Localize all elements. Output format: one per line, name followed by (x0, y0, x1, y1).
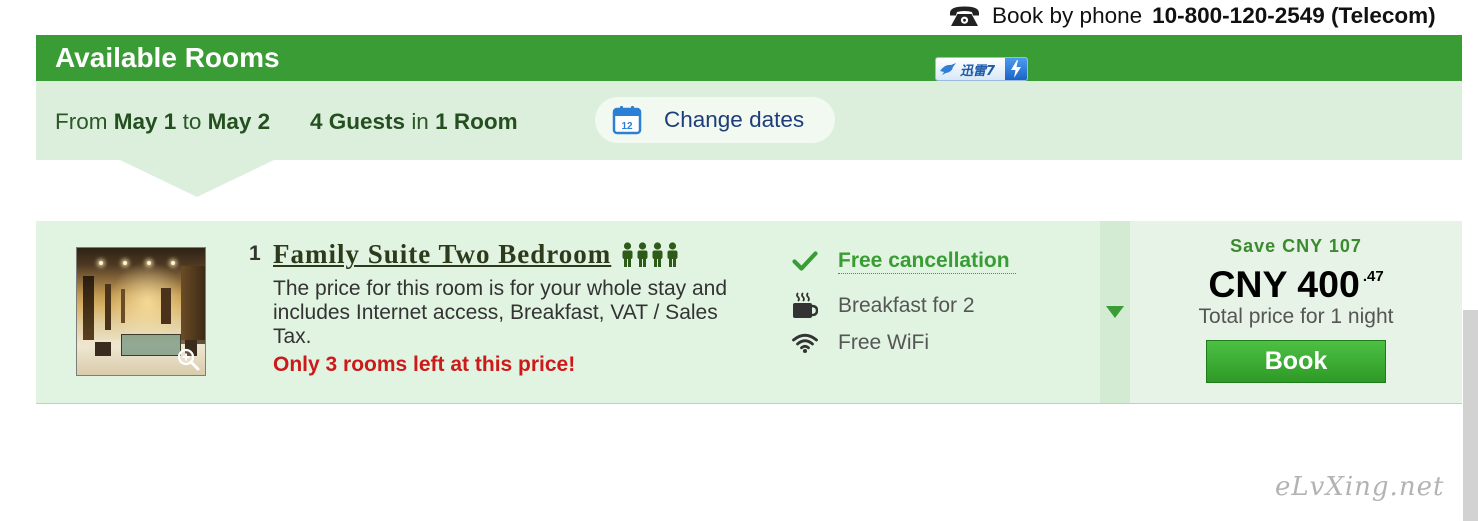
feature-breakfast: Breakfast for 2 (792, 292, 975, 320)
calendar-icon: 12 (612, 105, 642, 135)
watermark: eLvXing.net (1275, 472, 1445, 502)
room-number: 1 (249, 242, 261, 265)
wifi-label: Free WiFi (838, 331, 929, 354)
room-count: 1 Room (435, 109, 518, 134)
bird-icon (939, 62, 957, 76)
coffee-cup-icon (792, 292, 818, 320)
price-panel: Save CNY 107 CNY 400 .47 Total price for… (1130, 221, 1462, 403)
from-label: From (55, 109, 108, 134)
price: CNY 400 .47 (1130, 262, 1462, 306)
phone-icon (948, 5, 981, 27)
room-photo[interactable] (76, 247, 206, 376)
plugin-badge[interactable]: 迅雷7 (935, 57, 1028, 81)
to-label: to (182, 109, 202, 134)
person-icon (636, 241, 649, 267)
price-note: Total price for 1 night (1198, 305, 1394, 328)
section-header: Available Rooms (36, 35, 1462, 81)
phone-label: Book by phone (992, 3, 1143, 28)
availability-alert: Only 3 rooms left at this price! (273, 353, 576, 376)
price-cents: .47 (1362, 268, 1384, 285)
breakfast-label: Breakfast for 2 (838, 294, 975, 317)
phone-number: 10-800-120-2549 (Telecom) (1152, 3, 1436, 28)
person-icon (666, 241, 679, 267)
photo-detail (105, 284, 111, 330)
room-name-link[interactable]: Family Suite Two Bedroom (273, 238, 611, 270)
photo-detail (83, 276, 94, 340)
free-cancellation-label[interactable]: Free cancellation (838, 249, 1016, 274)
book-button[interactable]: Book (1206, 340, 1386, 383)
wifi-icon (792, 329, 818, 357)
plugin-badge-text: 迅雷7 (960, 63, 996, 79)
in-label: in (411, 109, 429, 134)
plugin-badge-label-area[interactable]: 迅雷7 (936, 58, 1005, 80)
photo-detail (147, 261, 151, 265)
phone-booking: Book by phone 10-800-120-2549 (Telecom) (948, 2, 1436, 30)
stay-guests: 4 Guests in 1 Room (310, 108, 518, 136)
room-description: The price for this room is for your whol… (273, 277, 728, 348)
expand-room-toggle[interactable] (1100, 221, 1130, 403)
photo-detail (121, 289, 125, 323)
calendar-day-number: 12 (621, 121, 633, 132)
guest-count: 4 Guests (310, 109, 406, 134)
triangle-down-icon[interactable] (1106, 306, 1124, 318)
savings-text: Save CNY 107 (1230, 236, 1362, 256)
price-main: CNY 400 (1208, 263, 1360, 305)
room-title-line: Family Suite Two Bedroom (273, 238, 679, 270)
section-title: Available Rooms (55, 42, 280, 73)
photo-detail (161, 288, 171, 324)
photo-detail (95, 342, 111, 356)
room-row: 1 Family Suite Two Bedroom The price for… (36, 221, 1462, 404)
occupancy-icons (621, 241, 679, 267)
page: Book by phone 10-800-120-2549 (Telecom) … (0, 0, 1478, 521)
checkmark-icon (792, 247, 818, 275)
person-icon (621, 241, 634, 267)
scrollbar-thumb[interactable] (1463, 310, 1478, 521)
stay-summary: From May 1 to May 2 4 Guests in 1 Room 1… (36, 81, 1462, 160)
photo-detail (99, 261, 103, 265)
lightning-icon[interactable] (1005, 58, 1027, 80)
feature-free-cancellation: Free cancellation (792, 247, 1016, 275)
photo-detail (121, 334, 181, 356)
stay-dates: From May 1 to May 2 (55, 108, 270, 136)
summary-pointer (120, 160, 274, 197)
photo-detail (171, 261, 175, 265)
change-dates-label: Change dates (664, 107, 805, 132)
photo-detail (181, 266, 205, 344)
feature-wifi: Free WiFi (792, 329, 929, 357)
zoom-in-icon[interactable] (176, 347, 200, 371)
check-in-date: May 1 (113, 109, 177, 134)
photo-detail (123, 261, 127, 265)
person-icon (651, 241, 664, 267)
check-out-date: May 2 (207, 109, 271, 134)
change-dates-button[interactable]: 12 Change dates (595, 97, 835, 143)
